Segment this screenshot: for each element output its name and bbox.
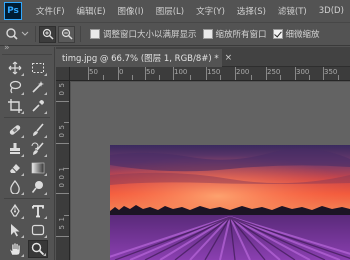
- ruler-tick-label: 350: [324, 68, 338, 76]
- lasso-tool[interactable]: [5, 78, 25, 96]
- menu-filter[interactable]: 滤镜(T): [272, 5, 313, 17]
- lavender-field-photo[interactable]: [110, 145, 350, 260]
- rectangular-marquee-icon: [32, 62, 44, 73]
- zoom-icon: [31, 242, 45, 255]
- hand-tool[interactable]: [5, 240, 25, 258]
- menu-file[interactable]: 文件(F): [30, 5, 71, 17]
- ruler-tick-label: 0: [119, 68, 124, 76]
- marquee-tool[interactable]: [28, 59, 48, 77]
- history-brush-tool[interactable]: [28, 140, 48, 158]
- ruler-tick-label: 150: [207, 68, 221, 76]
- ruler-tick-label: 200: [236, 68, 250, 76]
- tool-divider: [4, 117, 50, 118]
- healing-brush-tool[interactable]: [5, 121, 25, 139]
- path-selection-arrow-icon: [11, 223, 20, 236]
- ruler-tick-label: 50: [89, 68, 98, 76]
- lavender-field-image: [110, 145, 350, 260]
- menu-edit[interactable]: 编辑(E): [71, 5, 112, 17]
- zoom-tool[interactable]: [28, 239, 48, 258]
- gradient-icon: [31, 162, 45, 173]
- move-tool[interactable]: [5, 59, 25, 77]
- ruler-tick-label: 5: [58, 125, 66, 130]
- blur-drop-icon: [10, 179, 20, 194]
- move-icon: [8, 61, 22, 74]
- menu-type[interactable]: 文字(Y): [190, 5, 231, 17]
- bandage-icon: [9, 124, 21, 135]
- history-brush-icon: [31, 141, 44, 155]
- zoom-icon: [6, 28, 29, 40]
- toolbox: [0, 43, 55, 260]
- ruler-tick-label: 50: [146, 68, 155, 76]
- path-selection-tool[interactable]: [5, 221, 25, 239]
- type-tool[interactable]: [28, 202, 48, 220]
- separator: [35, 26, 36, 42]
- dodge-icon: [31, 180, 43, 193]
- scrubby-zoom-checkbox[interactable]: [272, 29, 283, 39]
- eraser-tool[interactable]: [5, 159, 25, 177]
- lasso-icon: [9, 80, 22, 93]
- document-tab[interactable]: timg.jpg @ 66.7% (图层 1, RGB/8#) * ×: [56, 49, 232, 67]
- magic-wand-tool[interactable]: [28, 78, 48, 96]
- eyedropper-icon: [32, 99, 44, 112]
- ruler-tick-label: 0: [58, 133, 66, 138]
- blur-tool[interactable]: [5, 178, 25, 196]
- zoom-all-windows-checkbox[interactable]: [202, 29, 213, 39]
- zoom-out-button[interactable]: [58, 25, 75, 43]
- ruler-tick-label: 5: [58, 83, 66, 88]
- separator: [80, 26, 81, 42]
- shape-tool[interactable]: [28, 221, 48, 239]
- toolbox-collapse-handle[interactable]: [2, 43, 52, 55]
- type-icon: [32, 204, 44, 217]
- menu-image[interactable]: 图像(I): [112, 5, 150, 17]
- rectangle-shape-icon: [31, 224, 45, 235]
- brush-icon: [33, 122, 44, 136]
- clone-stamp-tool[interactable]: [5, 140, 25, 158]
- crop-icon: [8, 98, 22, 113]
- close-tab-icon[interactable]: ×: [225, 53, 233, 63]
- brush-tool[interactable]: [28, 121, 48, 139]
- pen-tool[interactable]: [5, 202, 25, 220]
- vertical-ruler[interactable]: 5 0 5 0 1 0 0 1 5: [56, 81, 70, 260]
- tool-preset-picker[interactable]: [2, 24, 32, 44]
- menu-3d[interactable]: 3D(D): [313, 6, 350, 16]
- stamp-icon: [10, 142, 20, 154]
- tool-divider: [4, 198, 50, 199]
- ruler-tick-label: 1: [58, 217, 66, 222]
- ruler-tick-label: 5: [58, 225, 66, 230]
- menu-layer[interactable]: 图层(L): [150, 5, 190, 17]
- ruler-tick-label: 0: [58, 175, 66, 180]
- crop-tool[interactable]: [5, 97, 25, 115]
- photoshop-logo: Ps: [4, 2, 22, 20]
- ruler-origin[interactable]: [56, 67, 70, 81]
- zoom-all-windows-label: 缩放所有窗口: [215, 30, 267, 40]
- menu-bar: Ps 文件(F) 编辑(E) 图像(I) 图层(L) 文字(Y) 选择(S) 滤…: [0, 0, 350, 22]
- pen-icon: [10, 203, 20, 217]
- eyedropper-tool[interactable]: [28, 97, 48, 115]
- ruler-tick-label: 100: [174, 68, 188, 76]
- magic-wand-icon: [32, 80, 44, 93]
- ruler-tick-label: 0: [58, 91, 66, 96]
- document-tab-title: timg.jpg @ 66.7% (图层 1, RGB/8#) *: [62, 54, 219, 64]
- zoom-in-icon: [42, 28, 53, 40]
- canvas-workspace[interactable]: [71, 82, 350, 260]
- resize-windows-checkbox[interactable]: [90, 29, 100, 39]
- ruler-tick-label: 250: [267, 68, 281, 76]
- options-bar: 调整窗口大小以满屏显示 缩放所有窗口 细微缩放: [0, 22, 350, 46]
- dodge-tool[interactable]: [28, 178, 48, 196]
- ruler-tick-label: 0: [58, 183, 66, 188]
- menu-select[interactable]: 选择(S): [231, 5, 272, 17]
- gradient-tool[interactable]: [28, 159, 48, 177]
- zoom-out-icon: [61, 28, 72, 40]
- ruler-tick-label: 300: [296, 68, 310, 76]
- hand-icon: [9, 242, 21, 255]
- scrubby-zoom-label: 细微缩放: [285, 30, 320, 40]
- document-tab-bar: timg.jpg @ 66.7% (图层 1, RGB/8#) * ×: [56, 47, 350, 67]
- zoom-in-button[interactable]: [39, 25, 56, 43]
- resize-windows-label: 调整窗口大小以满屏显示: [103, 30, 197, 40]
- horizontal-ruler[interactable]: 50 0 50 100 150 200 250 300 350: [70, 67, 350, 81]
- eraser-icon: [10, 163, 20, 173]
